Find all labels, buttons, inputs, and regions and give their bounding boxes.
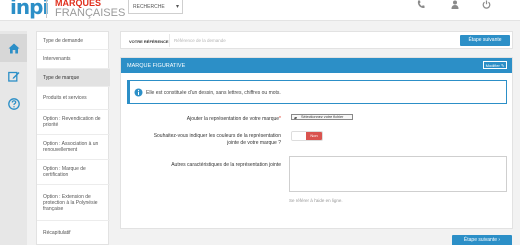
brand-line2: FRANÇAISES [55, 7, 126, 19]
nav-item-label: Produits et services [43, 95, 87, 101]
nav-item-recapitulatif[interactable]: Récapitulatif [37, 221, 110, 245]
nav-item-produits-et-services[interactable]: Produits et services [37, 87, 110, 110]
nav-item-label: Option : Revendication de priorité [43, 116, 101, 128]
icon-rail [0, 31, 27, 245]
next-step-button[interactable]: Étape suivante [460, 35, 510, 46]
required-marker: * [279, 116, 281, 122]
nav-item-association-renouvellement[interactable]: Option : Association à un renouvellement [37, 135, 110, 160]
nav-item-label: Intervenants [43, 56, 71, 62]
nav-item-marque-certification[interactable]: Option : Marque de certification [37, 160, 110, 185]
colors-toggle[interactable]: Non [291, 131, 323, 141]
chevron-right-icon: › [498, 237, 501, 243]
inpi-logo[interactable]: inpi [10, 0, 49, 19]
nav-item-label: Option : Marque de certification [43, 166, 86, 178]
colors-question-line2: jointe de votre marque ? [227, 140, 281, 146]
characteristics-label: Autres caractéristiques de la représenta… [171, 162, 281, 168]
top-header: inpi MARQUES FRANÇAISES RECHERCHE ▾ [0, 0, 520, 21]
colors-question-line1: Souhaitez-vous indiquer les couleurs de … [153, 133, 281, 139]
trademark-panel: MARQUE FIGURATIVE Modifier ✎ Elle est co… [120, 57, 513, 229]
panel-title: MARQUE FIGURATIVE [127, 63, 186, 69]
nav-item-type-de-demande[interactable]: Type de demande [37, 32, 110, 50]
nav-item-extension-polynesie[interactable]: Option : Extension de protection à la Po… [37, 185, 110, 221]
next-step-button-bottom[interactable]: Étape suivante › [452, 235, 512, 245]
help-text: Se référer à l'aide en ligne. [289, 198, 343, 203]
next-step-label: Étape suivante [463, 237, 498, 243]
info-icon [134, 88, 143, 99]
upload-label: Ajouter la représentation de votre marqu… [141, 116, 281, 122]
home-icon[interactable] [0, 34, 27, 62]
nav-item-type-de-marque[interactable]: Type de marque [37, 69, 110, 87]
nav-item-label: Récapitulatif [43, 230, 71, 236]
reference-label: VOTRE RÉFÉRENCE [129, 39, 169, 44]
nav-item-intervenants[interactable]: Intervenants [37, 50, 110, 69]
toggle-state: Non [306, 132, 322, 140]
nav-item-revendication-priorite[interactable]: Option : Revendication de priorité [37, 110, 110, 135]
search-dropdown[interactable]: RECHERCHE ▾ [128, 0, 183, 14]
nav-item-label: Type de demande [43, 37, 84, 44]
edit-icon[interactable] [0, 62, 27, 90]
info-box: Elle est constituée d'un dessin, sans le… [127, 80, 507, 104]
power-icon[interactable] [479, 0, 493, 12]
folder-icon: ▰ [294, 115, 298, 120]
phone-icon[interactable] [414, 0, 428, 12]
colors-question: Souhaitez-vous indiquer les couleurs de … [131, 133, 281, 147]
modify-button[interactable]: Modifier ✎ [483, 61, 507, 69]
search-dropdown-label: RECHERCHE [133, 4, 165, 10]
nav-item-label: Option : Association à un renouvellement [43, 141, 99, 153]
modify-button-label: Modifier [485, 63, 500, 68]
toggle-knob [292, 132, 307, 140]
file-select-button[interactable]: ▰ Sélectionnez votre fichier [291, 114, 353, 120]
brand-title: MARQUES FRANÇAISES [55, 0, 126, 19]
panel-header: MARQUE FIGURATIVE Modifier ✎ [121, 58, 512, 73]
nav-item-label: Type de marque [43, 74, 80, 81]
pencil-icon: ✎ [501, 63, 505, 68]
nav-item-label: Option : Extension de protection à la Po… [43, 193, 98, 212]
reference-input[interactable]: Référence de la demande [169, 34, 455, 47]
logo-divider [46, 0, 47, 18]
help-icon[interactable] [0, 90, 27, 118]
upload-label-text: Ajouter la représentation de votre marqu… [186, 116, 280, 122]
chevron-down-icon: ▾ [175, 4, 179, 10]
file-select-label: Sélectionnez votre fichier [301, 115, 344, 119]
step-navigation: Type de demande Intervenants Type de mar… [36, 31, 110, 245]
reference-bar: VOTRE RÉFÉRENCE Référence de la demande … [120, 31, 513, 49]
characteristics-textarea[interactable] [289, 156, 507, 192]
user-icon[interactable] [448, 0, 462, 12]
info-text: Elle est constituée d'un dessin, sans le… [146, 90, 281, 96]
